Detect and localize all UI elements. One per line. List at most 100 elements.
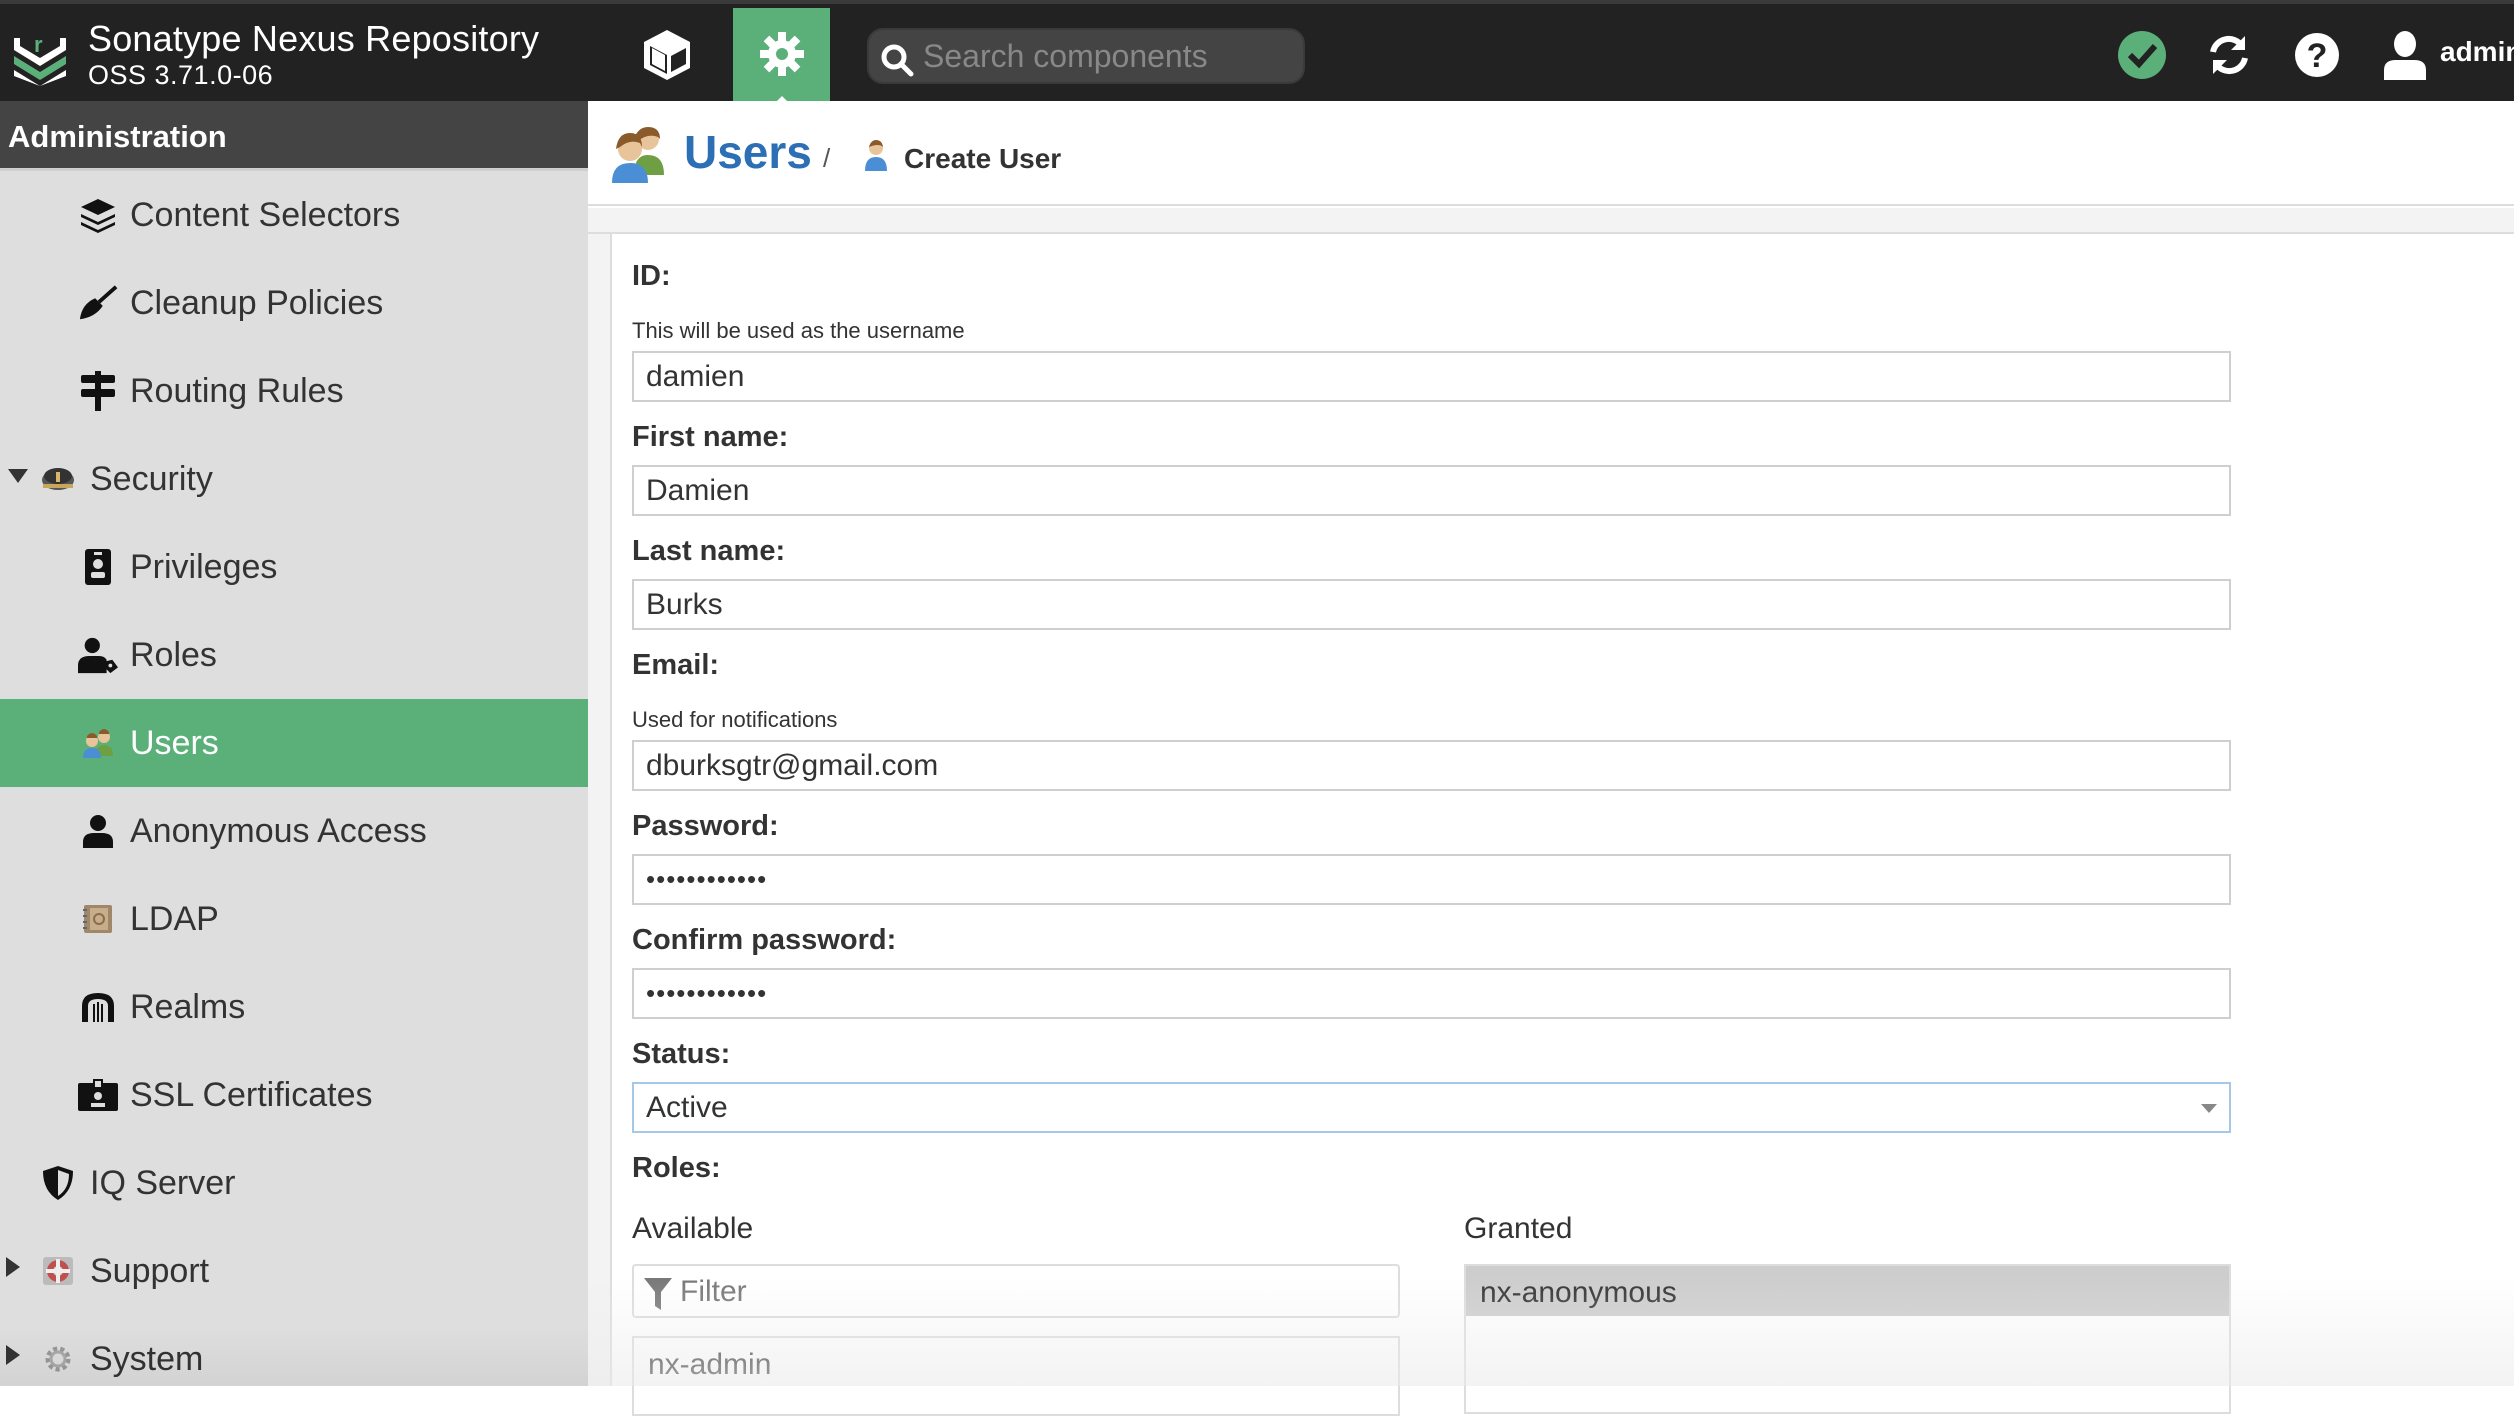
dungeon-icon <box>78 987 118 1027</box>
gear-icon <box>760 32 804 76</box>
address-book-icon <box>78 899 118 939</box>
id-badge-icon <box>78 547 118 587</box>
sidebar-item-content-selectors[interactable]: Content Selectors <box>0 171 588 259</box>
email-help-text: Used for notifications <box>632 707 838 732</box>
roles-filter-input[interactable] <box>680 1272 1380 1312</box>
police-hat-icon <box>38 459 78 499</box>
sidebar-item-users[interactable]: Users <box>0 699 588 787</box>
sidebar-item-label: Users <box>130 723 219 762</box>
administration-button[interactable] <box>733 8 830 105</box>
nexus-logo-icon: r <box>14 32 66 86</box>
sidebar-item-ldap[interactable]: LDAP <box>0 875 588 963</box>
sidebar-bottom-shadow <box>0 1326 588 1386</box>
username-label[interactable]: admin <box>2440 36 2514 68</box>
sidebar-item-label: Support <box>90 1251 210 1290</box>
admin-sidebar: Administration Content Selectors Cleanup… <box>0 101 588 1386</box>
sidebar-item-security[interactable]: Security <box>0 435 588 523</box>
sidebar-item-label: Content Selectors <box>130 195 401 234</box>
first-name-label: First name: <box>632 421 789 453</box>
sidebar-item-label: Routing Rules <box>130 371 344 410</box>
content-separator <box>588 208 2514 234</box>
help-icon[interactable]: ? <box>2290 28 2344 82</box>
password-field[interactable] <box>632 854 2231 905</box>
sidebar-item-anonymous-access[interactable]: Anonymous Access <box>0 787 588 875</box>
user-icon <box>78 811 118 851</box>
sidebar-item-label: Anonymous Access <box>130 811 427 850</box>
sidebar-item-label: Roles <box>130 635 217 674</box>
sidebar-item-label: IQ Server <box>90 1163 236 1202</box>
shield-icon <box>38 1163 78 1203</box>
sidebar-item-roles[interactable]: Roles <box>0 611 588 699</box>
available-role-item[interactable]: nx-admin <box>634 1338 1398 1388</box>
search-input[interactable] <box>923 36 1293 76</box>
sidebar-item-cleanup-policies[interactable]: Cleanup Policies <box>0 259 588 347</box>
users-icon <box>612 127 664 183</box>
sidebar-item-label: Privileges <box>130 547 278 586</box>
granted-role-item[interactable]: nx-anonymous <box>1466 1266 2229 1316</box>
search-box[interactable] <box>867 28 1305 84</box>
available-roles-list[interactable]: nx-admin <box>632 1336 1400 1416</box>
email-label: Email: <box>632 649 720 681</box>
sidebar-item-iq-server[interactable]: IQ Server <box>0 1139 588 1227</box>
confirm-password-field[interactable] <box>632 968 2231 1019</box>
create-user-form-panel: ID: This will be used as the username Fi… <box>612 234 2514 1416</box>
sidebar-item-label: SSL Certificates <box>130 1075 373 1114</box>
broom-icon <box>78 283 118 323</box>
check-circle-icon[interactable] <box>2115 28 2169 82</box>
chevron-down-icon[interactable] <box>2201 1104 2217 1113</box>
sidebar-item-support[interactable]: Support <box>0 1227 588 1315</box>
svg-text:r: r <box>34 32 43 57</box>
search-icon <box>881 44 914 77</box>
granted-roles-label: Granted <box>1464 1212 1573 1245</box>
last-name-label: Last name: <box>632 535 786 567</box>
user-icon[interactable] <box>2378 28 2432 82</box>
email-field[interactable] <box>632 740 2231 791</box>
password-label: Password: <box>632 810 779 842</box>
status-select[interactable]: Active <box>632 1082 2231 1133</box>
svg-text:?: ? <box>2307 37 2328 75</box>
sidebar-item-label: Realms <box>130 987 246 1026</box>
sidebar-item-label: Security <box>90 459 213 498</box>
cube-icon <box>644 30 690 80</box>
user-tag-icon <box>78 635 118 675</box>
last-name-field[interactable] <box>632 579 2231 630</box>
sidebar-title: Administration <box>0 101 588 171</box>
browse-button[interactable] <box>638 26 696 84</box>
status-label: Status: <box>632 1038 731 1070</box>
collapsed-arrow-icon[interactable] <box>6 1257 20 1277</box>
app-title: Sonatype Nexus Repository <box>88 18 540 59</box>
id-field[interactable] <box>632 351 2231 402</box>
users-icon <box>78 723 118 763</box>
status-value: Active <box>646 1091 728 1124</box>
filter-icon <box>644 1278 672 1310</box>
top-bar: r Sonatype Nexus Repository OSS 3.71.0-0… <box>0 0 2514 105</box>
content-gutter <box>588 234 612 1386</box>
user-icon <box>865 140 887 171</box>
breadcrumb-current: Create User <box>904 143 1062 174</box>
signpost-icon <box>78 371 118 411</box>
available-roles-label: Available <box>632 1212 754 1245</box>
sidebar-item-realms[interactable]: Realms <box>0 963 588 1051</box>
expanded-arrow-icon[interactable] <box>8 469 28 483</box>
layers-icon <box>78 195 118 235</box>
id-card-icon <box>78 1075 118 1115</box>
roles-label: Roles: <box>632 1152 721 1184</box>
sidebar-item-label: LDAP <box>130 899 219 938</box>
sidebar-item-label: Cleanup Policies <box>130 283 384 322</box>
breadcrumb: Users / Create User <box>588 101 2514 206</box>
granted-roles-list[interactable]: nx-anonymous <box>1464 1264 2231 1414</box>
sidebar-item-privileges[interactable]: Privileges <box>0 523 588 611</box>
refresh-icon[interactable] <box>2202 28 2256 82</box>
lifebuoy-icon <box>38 1251 78 1291</box>
id-label: ID: <box>632 260 671 292</box>
roles-filter-box[interactable] <box>632 1264 1400 1318</box>
breadcrumb-users-link[interactable]: Users <box>684 125 812 179</box>
id-help-text: This will be used as the username <box>632 318 965 343</box>
app-version: OSS 3.71.0-06 <box>88 60 274 90</box>
main-content: Users / Create User ID: This will be use… <box>588 101 2514 1416</box>
sidebar-item-routing-rules[interactable]: Routing Rules <box>0 347 588 435</box>
breadcrumb-separator: / <box>823 143 831 173</box>
confirm-password-label: Confirm password: <box>632 924 897 956</box>
first-name-field[interactable] <box>632 465 2231 516</box>
sidebar-item-ssl-certificates[interactable]: SSL Certificates <box>0 1051 588 1139</box>
